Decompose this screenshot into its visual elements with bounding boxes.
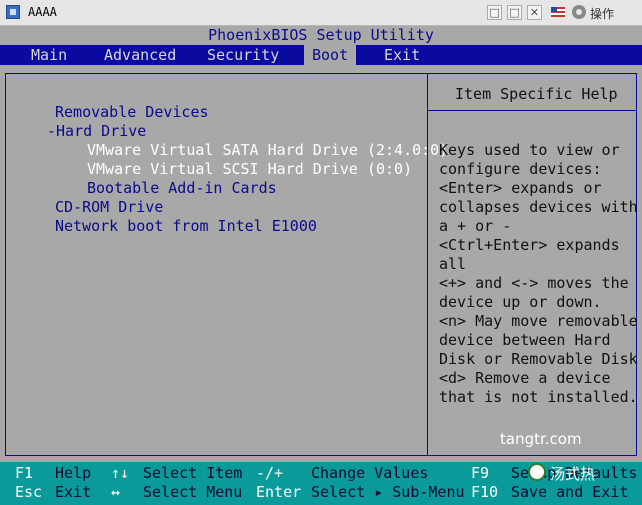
key-leftright: ↔ bbox=[111, 483, 121, 501]
boot-item-cdrom[interactable]: CD-ROM Drive bbox=[55, 198, 163, 217]
bios-title: PhoenixBIOS Setup Utility bbox=[208, 26, 434, 44]
boot-item-scsi-drive[interactable]: VMware Virtual SCSI Hard Drive (0:0) bbox=[87, 160, 412, 179]
key-desc-sub-menu: Select ▸ Sub-Menu bbox=[311, 483, 465, 501]
tab-exit[interactable]: Exit bbox=[384, 45, 420, 65]
tab-security[interactable]: Security bbox=[207, 45, 279, 65]
window-title: AAAA bbox=[28, 5, 57, 19]
key-desc-exit: Exit bbox=[55, 483, 92, 501]
help-line: a + or - bbox=[439, 217, 512, 235]
operations-menu[interactable]: 操作 bbox=[590, 5, 614, 22]
vm-app-icon bbox=[6, 5, 20, 19]
help-line: Disk or Removable Disk bbox=[439, 350, 638, 368]
boot-item-sata-drive[interactable]: VMware Virtual SATA Hard Drive (2:4.0:0) bbox=[87, 141, 448, 160]
tab-advanced[interactable]: Advanced bbox=[104, 45, 176, 65]
key-updown: ↑↓ bbox=[111, 464, 130, 482]
key-f1: F1 bbox=[15, 464, 34, 482]
help-line: <d> Remove a device bbox=[439, 369, 611, 387]
watermark-wechat: 汤式热 bbox=[550, 465, 596, 483]
key-f10: F10 bbox=[471, 483, 499, 501]
key-f9: F9 bbox=[471, 464, 490, 482]
panel-divider bbox=[427, 73, 428, 456]
wechat-icon bbox=[528, 463, 546, 481]
help-line: <n> May move removable bbox=[439, 312, 638, 330]
key-desc-save-exit: Save and Exit bbox=[511, 483, 629, 501]
help-line: collapses devices with bbox=[439, 198, 638, 216]
help-line: all bbox=[439, 255, 467, 273]
help-line: that is not installed. bbox=[439, 388, 638, 406]
boot-item-hard-drive[interactable]: -Hard Drive bbox=[47, 122, 146, 141]
key-desc-change-values: Change Values bbox=[311, 464, 429, 482]
help-line: <+> and <-> moves the bbox=[439, 274, 629, 292]
gear-icon[interactable] bbox=[572, 5, 586, 19]
help-line: <Enter> expands or bbox=[439, 179, 602, 197]
key-minus-plus: -/+ bbox=[256, 464, 284, 482]
minimize-button[interactable]: □ bbox=[487, 5, 502, 20]
boot-item-removable-devices[interactable]: Removable Devices bbox=[55, 103, 209, 122]
watermark-site: tangtr.com bbox=[500, 430, 582, 448]
key-esc: Esc bbox=[15, 483, 43, 501]
key-desc-select-item: Select Item bbox=[143, 464, 243, 482]
tab-boot[interactable]: Boot bbox=[304, 45, 357, 65]
key-desc-select-menu: Select Menu bbox=[143, 483, 243, 501]
close-button[interactable]: ✕ bbox=[527, 5, 542, 20]
help-line: device between Hard bbox=[439, 331, 611, 349]
help-line: device up or down. bbox=[439, 293, 602, 311]
maximize-button[interactable]: □ bbox=[507, 5, 522, 20]
help-title: Item Specific Help bbox=[455, 85, 618, 103]
key-desc-help: Help bbox=[55, 464, 92, 482]
flag-icon[interactable] bbox=[551, 7, 565, 17]
window-titlebar bbox=[0, 0, 642, 26]
boot-item-network[interactable]: Network boot from Intel E1000 bbox=[55, 217, 317, 236]
help-title-divider bbox=[427, 110, 637, 111]
key-enter: Enter bbox=[256, 483, 302, 501]
boot-item-addin-cards[interactable]: Bootable Add-in Cards bbox=[87, 179, 277, 198]
tab-main[interactable]: Main bbox=[31, 45, 67, 65]
help-line: configure devices: bbox=[439, 160, 602, 178]
help-line: <Ctrl+Enter> expands bbox=[439, 236, 620, 254]
help-line: Keys used to view or bbox=[439, 141, 620, 159]
